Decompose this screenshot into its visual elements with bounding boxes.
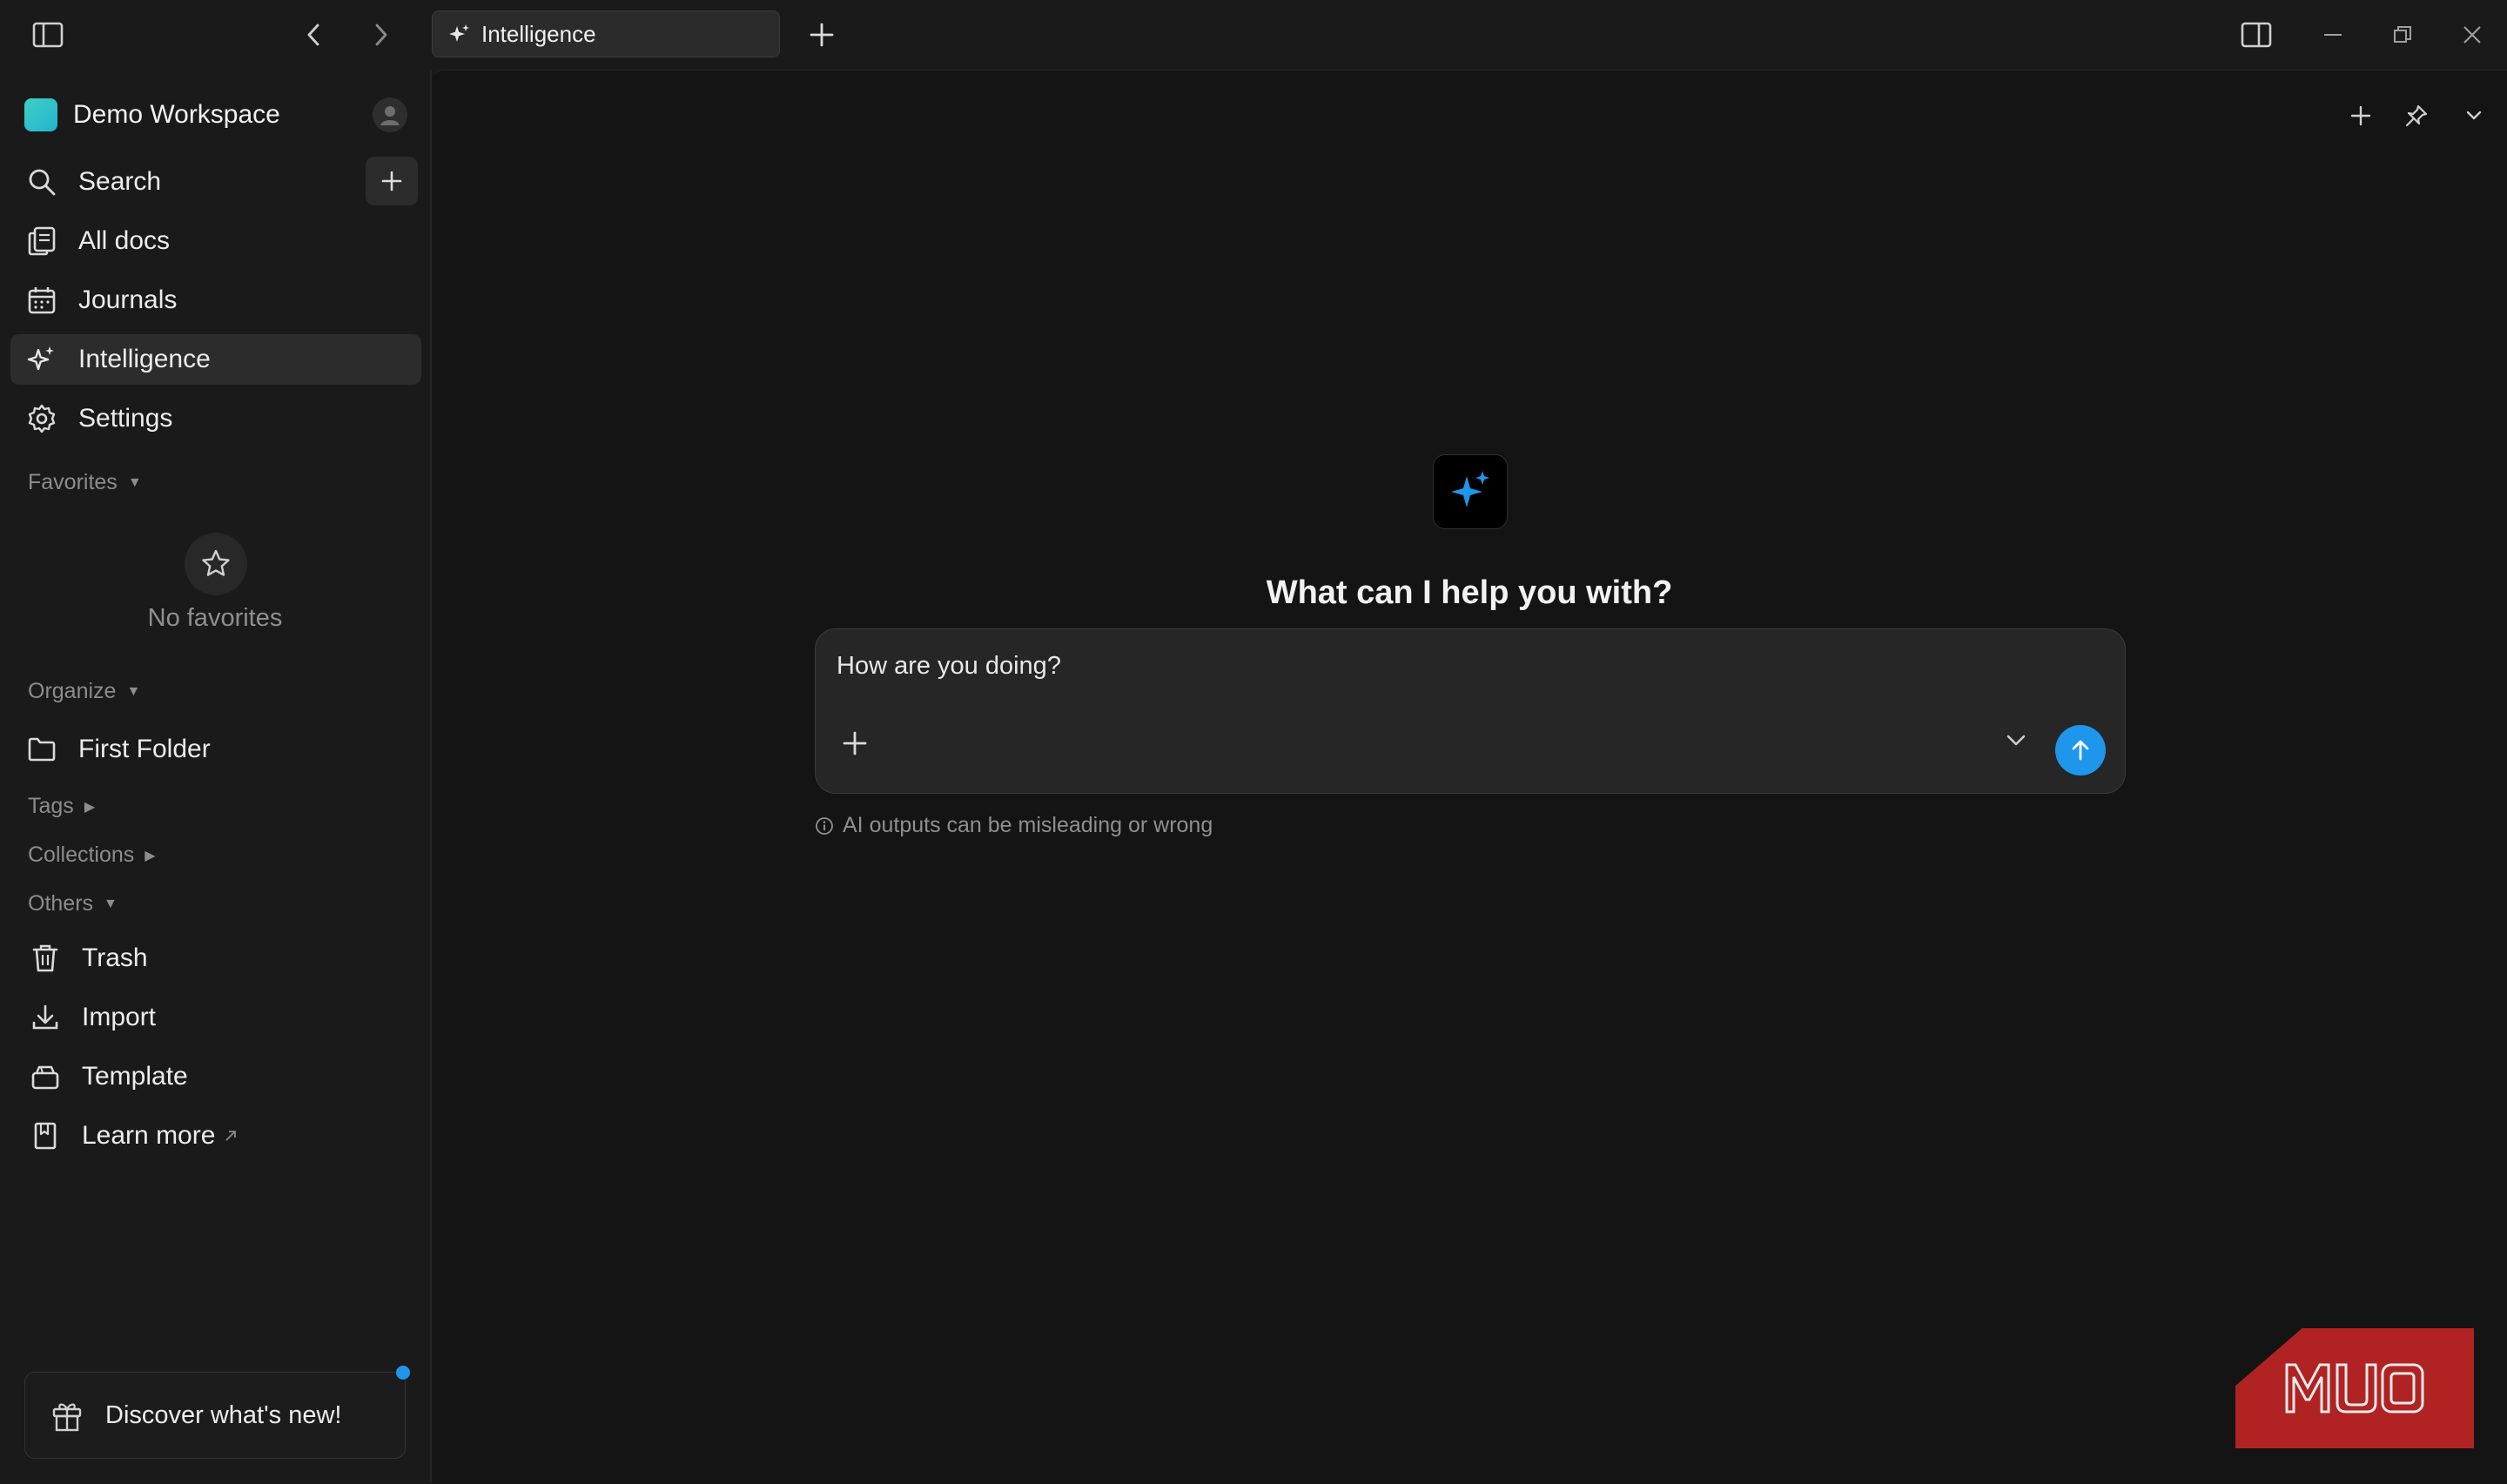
page-title: What can I help you with? [1266, 574, 1673, 611]
external-link-icon [224, 1129, 238, 1143]
add-icon[interactable] [2343, 98, 2378, 133]
model-chevron-down-icon[interactable] [2005, 732, 2027, 749]
back-arrow-icon[interactable] [296, 17, 331, 52]
sidebar-item-import[interactable]: Import [10, 992, 421, 1043]
discover-whats-new-button[interactable]: Discover what's new! [24, 1366, 410, 1459]
ai-disclaimer: AI outputs can be misleading or wrong [815, 813, 1213, 838]
sidebar-item-label: All docs [78, 226, 171, 255]
section-label: Favorites [28, 470, 118, 494]
sparkle-icon [24, 342, 59, 377]
template-icon [28, 1059, 63, 1094]
plus-icon [381, 171, 402, 191]
chat-input[interactable]: How are you doing? [837, 652, 1061, 681]
right-sidebar-toggle-icon[interactable] [2237, 17, 2275, 52]
section-label: Others [28, 891, 94, 916]
notification-dot [396, 1366, 410, 1380]
sidebar-item-label: Intelligence [78, 345, 211, 373]
caret-right-icon: ▶ [84, 799, 96, 815]
organize-section-header[interactable]: Organize ▼ [28, 679, 140, 704]
caret-down-icon: ▼ [127, 474, 142, 490]
caret-down-icon: ▼ [104, 896, 118, 911]
restore-window-icon[interactable] [2385, 17, 2420, 52]
sidebar-item-label: Settings [78, 404, 173, 433]
favorites-section-header[interactable]: Favorites ▼ [28, 470, 142, 495]
folder-icon [24, 732, 59, 767]
gear-icon [24, 401, 59, 436]
calendar-icon [24, 283, 59, 318]
others-section-header[interactable]: Others ▼ [28, 891, 118, 917]
pin-icon[interactable] [2399, 98, 2434, 133]
title-bar: Intelligence [0, 0, 2507, 70]
sidebar-item-label: Journals [78, 285, 178, 314]
sparkle-icon [448, 23, 471, 45]
folder-label: First Folder [78, 735, 211, 763]
sidebar-item-learn-more[interactable]: Learn more [10, 1111, 421, 1161]
book-icon [28, 1118, 63, 1153]
minimize-icon[interactable] [2315, 17, 2350, 52]
user-avatar-icon[interactable] [373, 97, 407, 132]
collections-section-header[interactable]: Collections ▶ [28, 843, 156, 868]
attach-plus-icon[interactable] [842, 730, 868, 756]
new-doc-button[interactable] [366, 157, 418, 205]
close-window-icon[interactable] [2455, 17, 2490, 52]
chat-composer[interactable]: How are you doing? [815, 628, 2126, 794]
section-label: Collections [28, 843, 135, 867]
workspace-switcher[interactable]: Demo Workspace [24, 92, 407, 138]
all-docs-icon [24, 224, 59, 259]
sidebar-item-journals[interactable]: Journals [10, 275, 421, 326]
sidebar-item-label: Trash [82, 943, 148, 972]
tags-section-header[interactable]: Tags ▶ [28, 794, 95, 819]
gift-icon [50, 1398, 84, 1433]
chevron-down-icon[interactable] [2457, 98, 2491, 133]
folder-item-first-folder[interactable]: First Folder [10, 724, 421, 775]
trash-icon [28, 941, 63, 976]
no-favorites-text: No favorites [147, 604, 283, 632]
sidebar-item-label: Template [82, 1062, 188, 1091]
caret-down-icon: ▼ [126, 683, 141, 699]
info-icon [815, 816, 834, 836]
sidebar-item-label: Import [82, 1003, 157, 1031]
sidebar-item-intelligence[interactable]: Intelligence [10, 334, 421, 385]
tab-intelligence[interactable]: Intelligence [432, 10, 780, 57]
sidebar-item-label: Search [78, 167, 162, 196]
sidebar-toggle-icon[interactable] [30, 17, 66, 52]
sidebar: Demo Workspace Search All docs Journals … [0, 70, 430, 1483]
sidebar-item-all-docs[interactable]: All docs [10, 216, 421, 266]
ai-logo-icon [1433, 454, 1508, 529]
caret-right-icon: ▶ [145, 848, 156, 863]
sidebar-item-settings[interactable]: Settings [10, 393, 421, 444]
tab-label: Intelligence [481, 20, 596, 47]
download-icon [28, 1000, 63, 1035]
new-tab-plus-icon[interactable] [803, 16, 841, 54]
send-button[interactable] [2055, 725, 2106, 776]
section-label: Tags [28, 794, 74, 818]
section-label: Organize [28, 679, 117, 703]
workspace-logo [24, 98, 57, 131]
sidebar-item-trash[interactable]: Trash [10, 933, 421, 984]
forward-arrow-icon[interactable] [364, 17, 399, 52]
arrow-up-icon [2068, 738, 2093, 762]
workspace-name: Demo Workspace [73, 100, 280, 129]
sidebar-item-label: Learn more [82, 1121, 216, 1150]
search-icon [24, 165, 59, 199]
sidebar-item-template[interactable]: Template [10, 1051, 421, 1102]
muo-logo-wordmark [2285, 1363, 2424, 1413]
disclaimer-text: AI outputs can be misleading or wrong [843, 813, 1213, 837]
discover-label: Discover what's new! [105, 1400, 342, 1429]
star-icon [185, 533, 247, 595]
sidebar-item-search[interactable]: Search [10, 157, 421, 207]
